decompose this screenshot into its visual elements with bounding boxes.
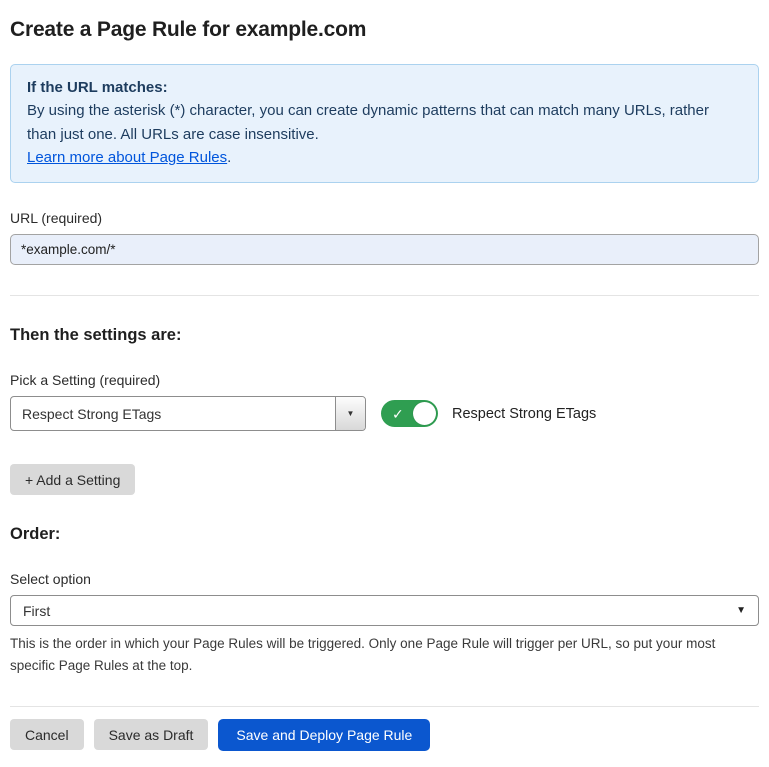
info-box-body: By using the asterisk (*) character, you… [27,99,742,146]
settings-heading: Then the settings are: [10,326,759,345]
setting-select[interactable]: Respect Strong ETags ▼ [10,396,366,431]
info-box-link-row: Learn more about Page Rules. [27,146,742,169]
page-title: Create a Page Rule for example.com [10,18,759,42]
order-help-text: This is the order in which your Page Rul… [10,633,759,676]
link-suffix: . [227,149,231,166]
save-draft-button[interactable]: Save as Draft [94,719,209,750]
setting-select-arrow-button[interactable]: ▼ [335,397,365,430]
footer-actions: Cancel Save as Draft Save and Deploy Pag… [10,719,759,751]
learn-more-link[interactable]: Learn more about Page Rules [27,149,227,166]
check-icon: ✓ [392,407,404,421]
cancel-button[interactable]: Cancel [10,719,84,750]
order-select-value: First [23,603,50,619]
order-select-label: Select option [10,571,759,587]
order-select[interactable]: First ▼ [10,595,759,626]
url-input[interactable] [10,234,759,265]
url-label: URL (required) [10,210,759,226]
setting-select-value: Respect Strong ETags [11,406,161,422]
toggle-label: Respect Strong ETags [452,406,596,422]
order-heading: Order: [10,525,759,544]
toggle-knob [413,402,436,425]
url-match-info-box: If the URL matches: By using the asteris… [10,64,759,183]
etags-toggle[interactable]: ✓ [381,400,438,427]
create-page-rule-page: Create a Page Rule for example.com If th… [0,0,769,767]
caret-down-icon: ▼ [347,409,355,418]
pick-setting-label: Pick a Setting (required) [10,372,759,388]
chevron-down-icon: ▼ [736,605,746,616]
section-divider [10,295,759,296]
footer-divider [10,706,759,707]
setting-row: Respect Strong ETags ▼ ✓ Respect Strong … [10,396,759,431]
save-deploy-button[interactable]: Save and Deploy Page Rule [218,719,430,751]
info-box-heading: If the URL matches: [27,76,742,99]
add-setting-button[interactable]: + Add a Setting [10,464,135,495]
